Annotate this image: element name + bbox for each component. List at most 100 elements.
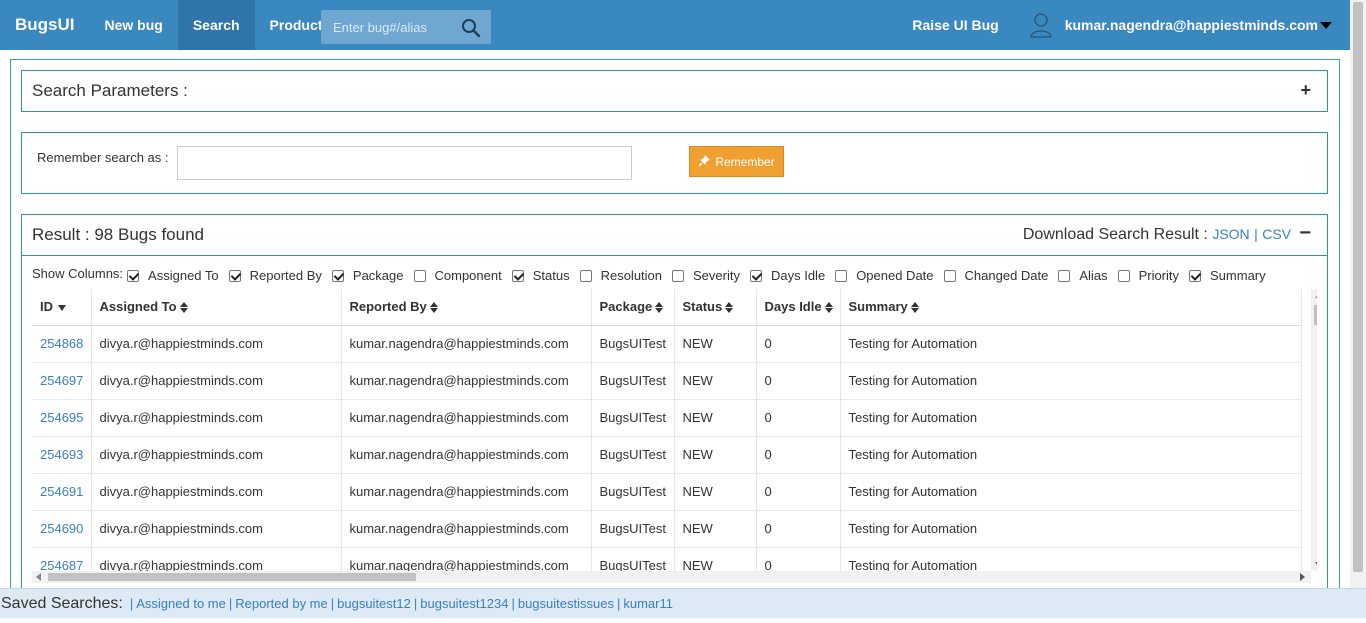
remember-search-input[interactable] [177, 146, 632, 180]
column-option-label: Reported By [249, 268, 322, 283]
show-column-option[interactable]: Assigned To [127, 268, 219, 283]
table-vertical-scrollbar-thumb[interactable] [1314, 305, 1317, 325]
brand-logo[interactable]: BugsUI [0, 0, 90, 50]
bug-id-link[interactable]: 254695 [40, 410, 83, 425]
column-checkbox[interactable] [943, 269, 956, 282]
table-row[interactable]: 254690 divya.r@happiestminds.com kumar.nag… [32, 509, 1302, 547]
show-column-option[interactable]: Alias [1058, 268, 1108, 283]
separator: | [330, 596, 335, 611]
column-checkbox[interactable] [1117, 269, 1130, 282]
column-header-id[interactable]: ID [32, 289, 92, 326]
show-column-option[interactable]: Changed Date [943, 268, 1048, 283]
main-container: Search Parameters : + Remember search as… [10, 59, 1340, 599]
column-checkbox[interactable] [331, 269, 344, 282]
table-row[interactable]: 254693 divya.r@happiestminds.com kumar.nag… [32, 435, 1302, 473]
table-horizontal-scrollbar-thumb[interactable] [48, 573, 416, 581]
download-csv-link[interactable]: CSV [1262, 226, 1291, 242]
expand-icon[interactable]: + [1300, 80, 1311, 101]
table-vertical-scrollbar[interactable] [1311, 289, 1317, 571]
nav-new-bug[interactable]: New bug [90, 0, 178, 50]
table-cell: Testing for Automation [840, 435, 1302, 473]
column-checkbox[interactable] [511, 269, 524, 282]
column-checkbox[interactable] [413, 269, 426, 282]
column-header-package[interactable]: Package [591, 289, 675, 326]
show-column-option[interactable]: Opened Date [835, 268, 934, 283]
table-cell: NEW [674, 472, 757, 510]
page-scrollbar[interactable] [1350, 0, 1366, 588]
column-option-label: Package [352, 268, 404, 283]
page-scrollbar-thumb[interactable] [1353, 2, 1363, 572]
show-column-option[interactable]: Package [331, 268, 404, 283]
table-cell: kumar.nagendra@happiestminds.com [341, 324, 592, 362]
remember-button[interactable]: Remember [689, 146, 784, 177]
column-header-reported-by[interactable]: Reported By [341, 289, 592, 326]
table-cell: divya.r@happiestminds.com [91, 509, 342, 547]
scroll-down-icon[interactable] [1315, 562, 1317, 567]
nav-search[interactable]: Search [177, 0, 255, 50]
sort-desc-icon [58, 304, 66, 311]
bug-search-input[interactable] [321, 18, 451, 36]
separator: | [511, 596, 515, 611]
saved-searches-label: Saved Searches: [1, 594, 123, 612]
column-checkbox[interactable] [749, 269, 762, 282]
saved-search-link[interactable]: kumar11 [623, 596, 673, 611]
saved-search-link[interactable]: bugsuitest1234 [420, 596, 508, 611]
saved-search-link[interactable]: bugsuitest12 [337, 596, 411, 611]
bug-id-link[interactable]: 254690 [40, 521, 83, 536]
user-avatar-icon[interactable] [1029, 12, 1053, 38]
show-column-option[interactable]: Status [511, 268, 570, 283]
table-cell: NEW [674, 509, 757, 547]
raise-ui-bug-link[interactable]: Raise UI Bug [912, 17, 998, 33]
table-row[interactable]: 254695 divya.r@happiestminds.com kumar.nag… [32, 398, 1302, 436]
table-cell: divya.r@happiestminds.com [91, 361, 342, 399]
column-header-days-idle[interactable]: Days Idle [756, 289, 841, 326]
column-option-label: Opened Date [856, 268, 934, 283]
column-checkbox[interactable] [1058, 269, 1071, 282]
column-checkbox[interactable] [228, 269, 241, 282]
scroll-left-icon[interactable] [36, 573, 41, 581]
download-search-result: Download Search Result : JSON | CSV [1022, 226, 1291, 243]
bug-id-link[interactable]: 254691 [40, 484, 83, 499]
table-row[interactable]: 254868 divya.r@happiestminds.com kumar.nag… [32, 324, 1302, 362]
search-parameters-panel[interactable]: Search Parameters : + [21, 70, 1328, 112]
user-email[interactable]: kumar.nagendra@happiestminds.com [1065, 17, 1318, 33]
table-cell: BugsUITest [591, 509, 675, 547]
column-checkbox[interactable] [672, 269, 685, 282]
bug-id-link[interactable]: 254693 [40, 447, 83, 462]
bug-id-link[interactable]: 254697 [40, 373, 83, 388]
sort-icon [429, 302, 438, 314]
show-column-option[interactable]: Reported By [228, 268, 322, 283]
scroll-up-icon[interactable] [1315, 293, 1317, 298]
column-header-assigned-to[interactable]: Assigned To [91, 289, 342, 326]
column-option-label: Component [434, 268, 502, 283]
show-column-option[interactable]: Days Idle [749, 268, 825, 283]
saved-search-link[interactable]: Assigned to me [136, 596, 226, 611]
collapse-icon[interactable]: − [1299, 222, 1311, 245]
column-checkbox[interactable] [127, 269, 140, 282]
search-icon[interactable] [461, 18, 481, 41]
column-checkbox[interactable] [579, 269, 592, 282]
show-column-option[interactable]: Resolution [579, 268, 662, 283]
column-header-status[interactable]: Status [674, 289, 757, 326]
bug-id-link[interactable]: 254868 [40, 336, 83, 351]
table-cell: 0 [756, 435, 841, 473]
table-row[interactable]: 254697 divya.r@happiestminds.com kumar.nag… [32, 361, 1302, 399]
table-horizontal-scrollbar[interactable] [32, 571, 1311, 583]
separator: | [129, 596, 134, 611]
column-checkbox[interactable] [835, 269, 848, 282]
download-json-link[interactable]: JSON [1212, 226, 1249, 242]
column-checkbox[interactable] [1189, 269, 1202, 282]
show-column-option[interactable]: Severity [672, 268, 740, 283]
scroll-right-icon[interactable] [1300, 573, 1305, 581]
column-option-label: Alias [1079, 268, 1108, 283]
column-header-summary[interactable]: Summary [840, 289, 1302, 326]
chevron-down-icon[interactable] [1320, 21, 1332, 29]
show-column-option[interactable]: Summary [1189, 268, 1266, 283]
show-column-option[interactable]: Component [413, 268, 502, 283]
saved-search-link[interactable]: Reported by me [235, 596, 328, 611]
bug-id-cell: 254691 [32, 472, 92, 510]
separator: | [228, 596, 233, 611]
show-column-option[interactable]: Priority [1117, 268, 1179, 283]
table-row[interactable]: 254691 divya.r@happiestminds.com kumar.nag… [32, 472, 1302, 510]
saved-search-link[interactable]: bugsuitestissues [518, 596, 614, 611]
